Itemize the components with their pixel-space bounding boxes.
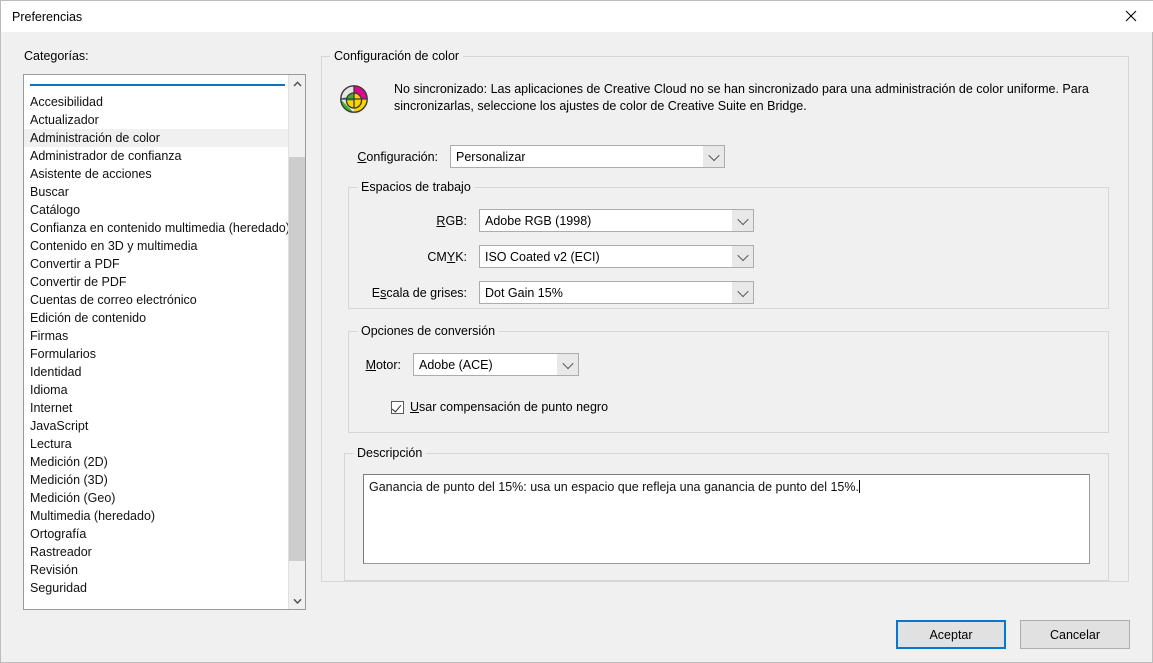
color-wheel-icon xyxy=(338,83,372,117)
list-item[interactable]: Administrador de confianza xyxy=(24,147,289,165)
blackpoint-checkbox-row[interactable]: Usar compensación de punto negro xyxy=(391,400,608,414)
categories-list-items: Accesibilidad Actualizador Administració… xyxy=(24,75,290,609)
list-item[interactable]: Convertir a PDF xyxy=(24,255,289,273)
engine-combobox[interactable]: Adobe (ACE) xyxy=(413,353,579,376)
grayscale-value: Dot Gain 15% xyxy=(485,285,563,300)
description-text: Ganancia de punto del 15%: usa un espaci… xyxy=(369,480,859,494)
chevron-down-icon[interactable] xyxy=(289,592,305,609)
preferences-dialog: Preferencias Categorías: Accesibilidad A… xyxy=(0,0,1153,663)
sync-notice: No sincronizado: Las aplicaciones de Cre… xyxy=(338,81,1108,117)
dialog-body: Categorías: Accesibilidad Actualizador A… xyxy=(1,32,1152,662)
categories-list[interactable]: Accesibilidad Actualizador Administració… xyxy=(23,74,306,610)
close-icon[interactable] xyxy=(1108,1,1153,31)
list-item[interactable]: Identidad xyxy=(24,363,289,381)
workspaces-group: Espacios de trabajo RGB: Adobe RGB (1998… xyxy=(348,180,1109,309)
list-item[interactable]: Seguridad xyxy=(24,579,289,597)
settings-combobox[interactable]: Personalizar xyxy=(450,145,725,168)
cancel-button[interactable]: Cancelar xyxy=(1020,620,1130,649)
list-item[interactable]: Lectura xyxy=(24,435,289,453)
chevron-up-icon[interactable] xyxy=(289,75,305,92)
list-item[interactable]: Ortografía xyxy=(24,525,289,543)
list-item[interactable]: Medición (Geo) xyxy=(24,489,289,507)
rgb-label: RGB: xyxy=(436,213,467,228)
cmyk-label: CMYK: xyxy=(427,249,467,264)
list-item[interactable]: Confianza en contenido multimedia (hered… xyxy=(24,219,290,237)
chevron-down-icon[interactable] xyxy=(732,282,753,303)
chevron-down-icon[interactable] xyxy=(703,146,724,167)
grayscale-label: Escala de grises: xyxy=(371,285,467,300)
list-item[interactable]: Accesibilidad xyxy=(24,93,289,111)
list-item[interactable]: Contenido en 3D y multimedia xyxy=(24,237,289,255)
list-item[interactable]: Internet xyxy=(24,399,289,417)
ok-button[interactable]: Aceptar xyxy=(896,620,1006,649)
list-item[interactable]: Rastreador xyxy=(24,543,289,561)
window-title: Preferencias xyxy=(12,9,83,24)
rgb-combobox[interactable]: Adobe RGB (1998) xyxy=(479,209,754,232)
list-item[interactable]: Multimedia (heredado) xyxy=(24,507,289,525)
engine-value: Adobe (ACE) xyxy=(419,357,493,372)
title-bar: Preferencias xyxy=(1,1,1153,32)
settings-row: Configuración: Personalizar xyxy=(338,145,725,168)
engine-label: Motor: xyxy=(365,357,401,372)
conversion-options-title: Opciones de conversión xyxy=(357,324,500,338)
cmyk-combobox[interactable]: ISO Coated v2 (ECI) xyxy=(479,245,754,268)
list-item[interactable]: Buscar xyxy=(24,183,289,201)
chevron-down-icon[interactable] xyxy=(732,210,753,231)
scrollbar-thumb[interactable] xyxy=(289,157,305,561)
list-item[interactable]: Convertir de PDF xyxy=(24,273,289,291)
list-item[interactable]: Catálogo xyxy=(24,201,289,219)
list-item[interactable]: Edición de contenido xyxy=(24,309,289,327)
grayscale-row: Escala de grises: Dot Gain 15% xyxy=(357,281,754,304)
engine-row: Motor: Adobe (ACE) xyxy=(357,353,579,376)
chevron-down-icon[interactable] xyxy=(557,354,578,375)
list-item[interactable]: Asistente de acciones xyxy=(24,165,289,183)
description-textbox[interactable]: Ganancia de punto del 15%: usa un espaci… xyxy=(363,474,1090,564)
settings-value: Personalizar xyxy=(456,149,526,164)
categories-label: Categorías: xyxy=(24,49,89,63)
chevron-down-icon[interactable] xyxy=(732,246,753,267)
conversion-options-group: Opciones de conversión Motor: Adobe (ACE… xyxy=(348,324,1109,433)
cmyk-row: CMYK: ISO Coated v2 (ECI) xyxy=(357,245,754,268)
list-item-selected[interactable]: Administración de color xyxy=(24,129,289,147)
workspaces-title: Espacios de trabajo xyxy=(357,180,475,194)
settings-label: Configuración: xyxy=(357,149,438,164)
blackpoint-checkbox[interactable] xyxy=(391,400,404,414)
color-settings-title: Configuración de color xyxy=(330,49,464,63)
list-item[interactable]: Firmas xyxy=(24,327,289,345)
categories-scrollbar[interactable] xyxy=(288,75,305,609)
list-item[interactable]: Actualizador xyxy=(24,111,289,129)
blackpoint-label: Usar compensación de punto negro xyxy=(410,400,609,414)
color-settings-group: Configuración de color No sincronizado: … xyxy=(321,49,1129,582)
list-item[interactable]: Medición (2D) xyxy=(24,453,289,471)
sync-message: No sincronizado: Las aplicaciones de Cre… xyxy=(394,82,1089,113)
description-group: Descripción Ganancia de punto del 15%: u… xyxy=(344,446,1109,581)
list-item[interactable]: Idioma xyxy=(24,381,289,399)
list-item[interactable]: Medición (3D) xyxy=(24,471,289,489)
description-title: Descripción xyxy=(353,446,427,460)
list-item[interactable]: Formularios xyxy=(24,345,289,363)
list-item[interactable]: Cuentas de correo electrónico xyxy=(24,291,289,309)
list-item[interactable]: Revisión xyxy=(24,561,289,579)
list-top-rule xyxy=(24,75,289,93)
rgb-value: Adobe RGB (1998) xyxy=(485,213,592,228)
rgb-row: RGB: Adobe RGB (1998) xyxy=(357,209,754,232)
text-caret xyxy=(858,480,860,493)
cmyk-value: ISO Coated v2 (ECI) xyxy=(485,249,600,264)
list-item[interactable]: JavaScript xyxy=(24,417,289,435)
grayscale-combobox[interactable]: Dot Gain 15% xyxy=(479,281,754,304)
